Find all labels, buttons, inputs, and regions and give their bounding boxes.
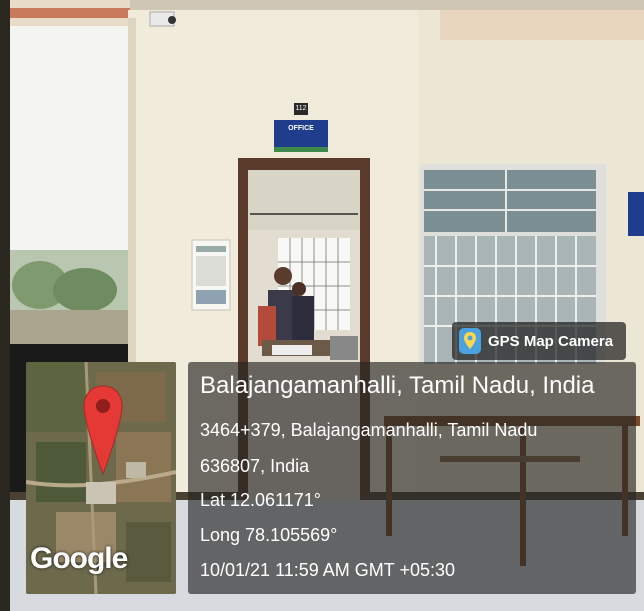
longitude: Long 78.105569°: [200, 525, 338, 545]
address-line-1: 3464+379, Balajangamanhalli, Tamil Nadu: [200, 420, 538, 440]
gps-app-tag: GPS Map Camera: [452, 322, 626, 360]
photo-scene: 112 OFFICE GPS Map Camera Google Balajan…: [0, 0, 644, 611]
gps-app-icon: [459, 328, 481, 354]
google-logo: Google: [30, 542, 128, 575]
timestamp: 10/01/21 11:59 AM GMT +05:30: [200, 560, 456, 580]
gps-app-name: GPS Map Camera: [488, 332, 614, 350]
location-title: Balajangamanhalli, Tamil Nadu, India: [200, 372, 595, 399]
location-info-panel: Balajangamanhalli, Tamil Nadu, India 346…: [188, 362, 636, 594]
latitude: Lat 12.061171°: [200, 490, 321, 510]
room-number: 112: [294, 103, 308, 115]
address-line-2: 636807, India: [200, 456, 310, 476]
map-pin-icon: [83, 385, 123, 476]
office-sign: OFFICE: [274, 120, 328, 152]
map-thumbnail: Google: [26, 362, 176, 594]
